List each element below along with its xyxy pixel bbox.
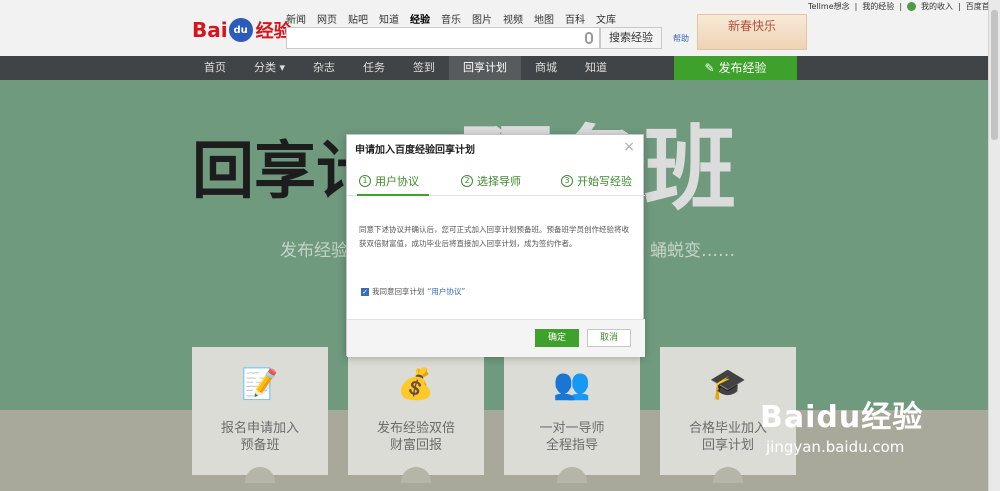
nav-huixiang-plan[interactable]: 回享计划 (449, 56, 522, 80)
new-year-banner[interactable]: 新春快乐 (697, 14, 807, 50)
card-subtitle: 财富回报 (389, 438, 442, 453)
step-choose-mentor: 2 选择导师 (461, 173, 521, 189)
feature-card-mentor: 👥 一对一导师 全程指导 (504, 347, 640, 483)
logo-bai: Bai (192, 18, 228, 42)
card-subtitle: 全程指导 (545, 438, 598, 453)
help-link[interactable]: 帮助 (673, 33, 689, 44)
topnav-baike[interactable]: 百科 (565, 11, 585, 26)
confirm-button[interactable]: 确定 (535, 329, 579, 347)
my-income-link[interactable]: 我的收入 (921, 1, 953, 12)
topnav-zhidao[interactable]: 知道 (379, 11, 399, 26)
separator: | (854, 2, 858, 11)
cancel-button[interactable]: 取消 (587, 329, 631, 347)
topnav-tieba[interactable]: 贴吧 (348, 11, 368, 26)
chevron-down-icon: ▾ (279, 61, 286, 74)
graduation-icon: 🎓 (709, 367, 747, 402)
money-bag-icon: 💰 (397, 367, 435, 402)
hero-slogan-right: 蛹蜕变…… (650, 241, 735, 261)
card-notch (713, 467, 743, 483)
topnav-jingyan[interactable]: 经验 (410, 11, 430, 26)
feature-card-double-reward: 💰 发布经验双倍 财富回报 (348, 347, 484, 483)
feature-card-signup: 📝 报名申请加入 预备班 (192, 347, 328, 483)
dialog-title: 申请加入百度经验回享计划 (355, 145, 475, 156)
username-link[interactable]: Tellme想念 (808, 1, 850, 12)
step-number: 3 (561, 175, 573, 187)
baidu-jingyan-watermark: Baidu经验 jingyan.baidu.com (760, 392, 924, 456)
main-nav: 首页 分类 ▾ 杂志 任务 签到 回享计划 商城 知道 (0, 56, 1000, 80)
scrollbar-thumb[interactable] (991, 10, 998, 140)
step-label: 用户协议 (375, 175, 419, 188)
nav-home[interactable]: 首页 (190, 56, 240, 80)
step-indicator: 1 用户协议 2 选择导师 3 开始写经验 (347, 170, 645, 196)
page-scrollbar[interactable] (988, 0, 1000, 491)
card-notch (245, 467, 275, 483)
agree-checkbox[interactable]: ✓ (361, 287, 369, 296)
nav-checkin[interactable]: 签到 (399, 56, 449, 80)
step-number: 1 (359, 175, 371, 187)
agreement-text: 同意下述协议并确认后，您可正式加入回享计划预备班。预备班学员创作经验将收获双倍财… (359, 225, 629, 248)
baidu-jingyan-logo[interactable]: Bai du 经验 (192, 16, 292, 44)
step-number: 2 (461, 175, 473, 187)
search-input[interactable] (286, 27, 600, 49)
card-subtitle: 预备班 (240, 438, 280, 453)
card-notch (557, 467, 587, 483)
dialog-footer: 确定 取消 (347, 319, 645, 357)
nav-magazine[interactable]: 杂志 (299, 56, 349, 80)
step-label: 选择导师 (477, 175, 521, 188)
watermark-brand: Baidu经验 (760, 400, 924, 435)
my-jingyan-link[interactable]: 我的经验 (862, 1, 894, 12)
topnav-news[interactable]: 新闻 (286, 11, 306, 26)
topnav-web[interactable]: 网页 (317, 11, 337, 26)
certificate-icon: 📝 (241, 367, 279, 402)
nav-category[interactable]: 分类 ▾ (240, 56, 299, 80)
step-start-writing: 3 开始写经验 (561, 173, 632, 189)
edit-icon: ✎ (704, 61, 715, 75)
topnav-music[interactable]: 音乐 (441, 11, 461, 26)
active-step-underline (357, 194, 429, 196)
nav-category-label: 分类 (254, 61, 276, 74)
watermark-url: jingyan.baidu.com (766, 438, 905, 456)
hero-slogan-left: 发布经验 (280, 241, 348, 261)
publish-label: 发布经验 (718, 61, 767, 75)
nav-zhidao[interactable]: 知道 (571, 56, 621, 80)
header: Bai du 经验 新闻 网页 贴吧 知道 经验 音乐 图片 视频 地图 百科 … (0, 0, 1000, 56)
join-plan-dialog: 申请加入百度经验回享计划 × 1 用户协议 2 选择导师 3 开始写经验 同意下… (346, 134, 645, 357)
microphone-icon[interactable] (585, 32, 593, 44)
people-icon: 👥 (553, 367, 591, 402)
nav-mall[interactable]: 商城 (521, 56, 571, 80)
card-notch (401, 467, 431, 483)
user-agreement-link[interactable]: “用户协议” (428, 286, 466, 297)
topnav-wenku[interactable]: 文库 (596, 11, 616, 26)
coin-icon (907, 2, 917, 11)
agree-row: ✓ 我同意回享计划 “用户协议” (361, 286, 465, 297)
top-nav: 新闻 网页 贴吧 知道 经验 音乐 图片 视频 地图 百科 文库 (286, 11, 616, 26)
topnav-map[interactable]: 地图 (534, 11, 554, 26)
publish-experience-button[interactable]: ✎ 发布经验 (674, 56, 797, 80)
topnav-video[interactable]: 视频 (503, 11, 523, 26)
nav-tasks[interactable]: 任务 (349, 56, 399, 80)
separator: | (958, 2, 961, 11)
separator: | (899, 2, 903, 11)
user-bar: Tellme想念 | 我的经验 | 我的收入 | 百度首页 (808, 1, 998, 12)
agree-label: 我同意回享计划 (372, 287, 425, 296)
search-button[interactable]: 搜索经验 (600, 27, 662, 49)
topnav-images[interactable]: 图片 (472, 11, 492, 26)
step-label: 开始写经验 (577, 175, 632, 188)
logo-paw-icon: du (228, 18, 253, 42)
close-icon[interactable]: × (623, 139, 635, 155)
step-user-agreement: 1 用户协议 (359, 173, 419, 189)
